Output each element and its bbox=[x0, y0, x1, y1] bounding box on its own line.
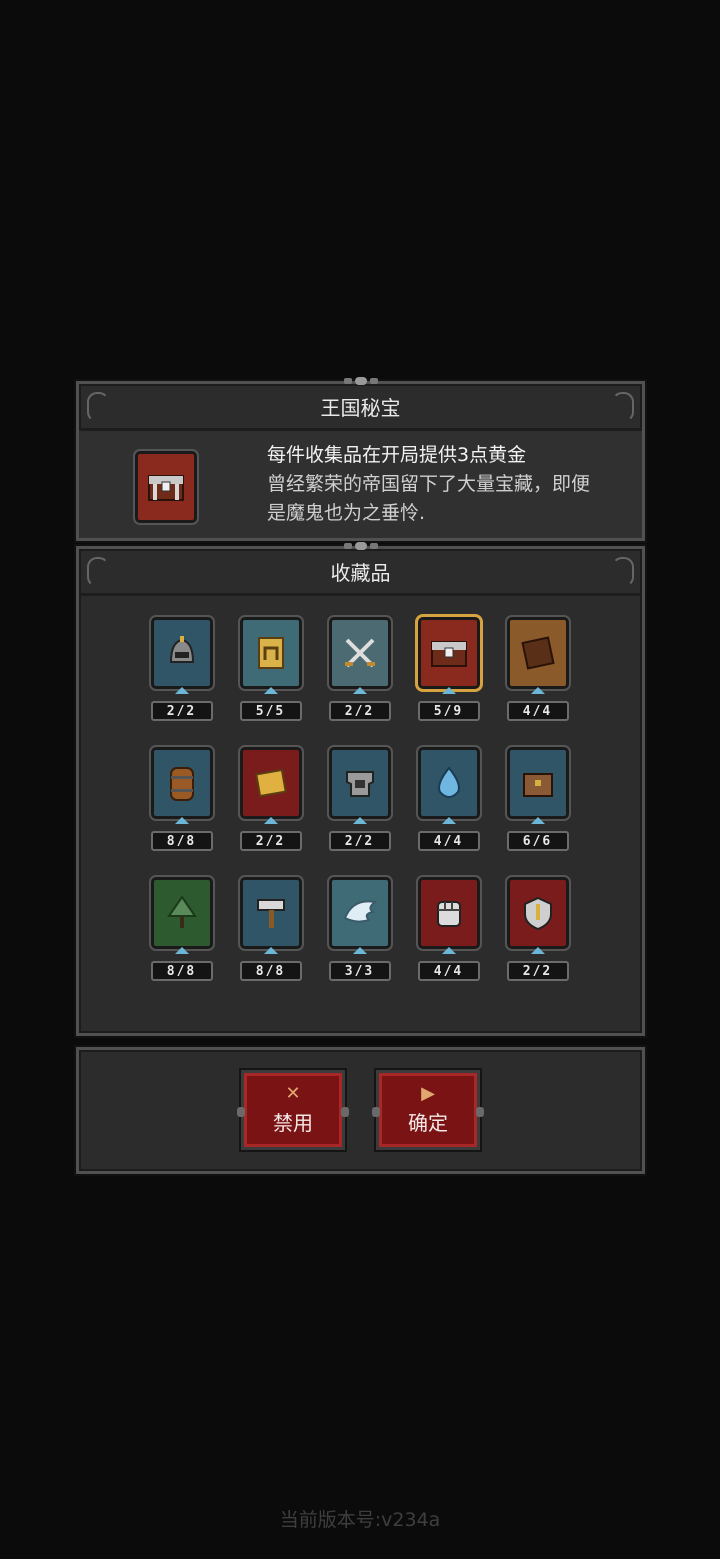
curl-ornament-right bbox=[612, 392, 634, 422]
desc-lore: 曾经繁荣的帝国留下了大量宝藏，即便是魔鬼也为之垂怜. bbox=[267, 473, 591, 524]
spellbook-icon[interactable] bbox=[237, 745, 304, 824]
confirm-button[interactable]: ▶ 确定 bbox=[372, 1070, 484, 1150]
helmet-icon[interactable] bbox=[148, 615, 215, 694]
crossed-swords-icon[interactable] bbox=[326, 615, 393, 694]
collection-item[interactable]: 4/4 bbox=[415, 875, 482, 981]
hammer-icon[interactable] bbox=[237, 875, 304, 954]
treasure-info-panel: 王国秘宝 每件收集品在开局提供3点黄金 曾经繁荣的帝国留下了大量宝藏，即便是魔鬼… bbox=[76, 377, 645, 541]
tree-icon[interactable] bbox=[148, 875, 215, 954]
disable-button[interactable]: ✕ 禁用 bbox=[237, 1070, 349, 1150]
treasure-box-icon[interactable] bbox=[504, 745, 571, 824]
item-count: 4/4 bbox=[506, 701, 569, 721]
collection-item[interactable]: 2/2 bbox=[326, 745, 393, 851]
item-count: 3/3 bbox=[328, 961, 391, 981]
collection-item[interactable]: 4/4 bbox=[415, 745, 482, 851]
item-count: 8/8 bbox=[150, 831, 213, 851]
collection-item[interactable]: 6/6 bbox=[504, 745, 571, 851]
item-count: 4/4 bbox=[417, 831, 480, 851]
dialog-title-bar: 王国秘宝 bbox=[79, 384, 642, 431]
collection-item[interactable]: 8/8 bbox=[148, 875, 215, 981]
barrel-icon[interactable] bbox=[148, 745, 215, 824]
collection-grid: 2/2 5/5 2/2 5/9 4/4 8/8 2/2 2/2 4/4 6/6 8/8 8/8 3/3 4… bbox=[148, 614, 571, 981]
chest-armor-icon[interactable] bbox=[326, 745, 393, 824]
collection-item[interactable]: 8/8 bbox=[148, 745, 215, 851]
desc-line-1: 每件收集品在开局提供3点黄金 bbox=[267, 444, 527, 466]
collection-title-bar: 收藏品 bbox=[79, 549, 642, 596]
action-panel: ✕ 禁用 ▶ 确定 bbox=[76, 1047, 645, 1174]
scroll-card-icon[interactable] bbox=[237, 615, 304, 694]
curl-ornament-left bbox=[87, 557, 109, 587]
collection-item[interactable]: 2/2 bbox=[148, 615, 215, 721]
fist-icon[interactable] bbox=[415, 875, 482, 954]
treasure-description: 每件收集品在开局提供3点黄金 曾经繁荣的帝国留下了大量宝藏，即便是魔鬼也为之垂怜… bbox=[267, 441, 597, 528]
book-icon[interactable] bbox=[504, 615, 571, 694]
collection-panel: 收藏品 2/2 5/5 2/2 5/9 4/4 8/8 2/2 2/2 4/4 6/6 8/8 8/8… bbox=[76, 542, 645, 1036]
item-count: 4/4 bbox=[417, 961, 480, 981]
button-rivet-right bbox=[476, 1107, 484, 1117]
button-rivet-left bbox=[237, 1107, 245, 1117]
curl-ornament-left bbox=[87, 392, 109, 422]
item-count: 2/2 bbox=[328, 831, 391, 851]
treasure-chest-icon bbox=[133, 449, 199, 525]
treasure-chest-icon[interactable] bbox=[414, 614, 483, 694]
close-icon: ✕ bbox=[285, 1082, 301, 1104]
dialog-title: 王国秘宝 bbox=[320, 395, 401, 420]
item-count: 2/2 bbox=[150, 701, 213, 721]
shield-icon[interactable] bbox=[504, 875, 571, 954]
collection-item[interactable]: 8/8 bbox=[237, 875, 304, 981]
info-box: 每件收集品在开局提供3点黄金 曾经繁荣的帝国留下了大量宝藏，即便是魔鬼也为之垂怜… bbox=[79, 431, 642, 538]
item-count: 8/8 bbox=[239, 961, 302, 981]
item-count: 2/2 bbox=[328, 701, 391, 721]
play-icon: ▶ bbox=[421, 1082, 435, 1104]
collection-item[interactable]: 5/9 bbox=[414, 614, 483, 721]
item-count: 2/2 bbox=[506, 961, 569, 981]
confirm-label: 确定 bbox=[408, 1110, 448, 1135]
item-count: 5/9 bbox=[417, 701, 480, 721]
wing-icon[interactable] bbox=[326, 875, 393, 954]
button-rivet-right bbox=[341, 1107, 349, 1117]
item-count: 8/8 bbox=[150, 961, 213, 981]
collection-item[interactable]: 4/4 bbox=[504, 615, 571, 721]
button-rivet-left bbox=[372, 1107, 380, 1117]
collection-item[interactable]: 2/2 bbox=[504, 875, 571, 981]
chest-graphic bbox=[148, 475, 184, 501]
item-count: 6/6 bbox=[506, 831, 569, 851]
item-count: 5/5 bbox=[239, 701, 302, 721]
collection-item[interactable]: 3/3 bbox=[326, 875, 393, 981]
collection-title: 收藏品 bbox=[330, 560, 391, 585]
collection-item[interactable]: 2/2 bbox=[326, 615, 393, 721]
version-label: 当前版本号:v234a bbox=[279, 1509, 441, 1531]
curl-ornament-right bbox=[612, 557, 634, 587]
item-count: 2/2 bbox=[239, 831, 302, 851]
collection-item[interactable]: 2/2 bbox=[237, 745, 304, 851]
disable-label: 禁用 bbox=[273, 1110, 313, 1135]
water-drop-icon[interactable] bbox=[415, 745, 482, 824]
collection-item[interactable]: 5/5 bbox=[237, 615, 304, 721]
